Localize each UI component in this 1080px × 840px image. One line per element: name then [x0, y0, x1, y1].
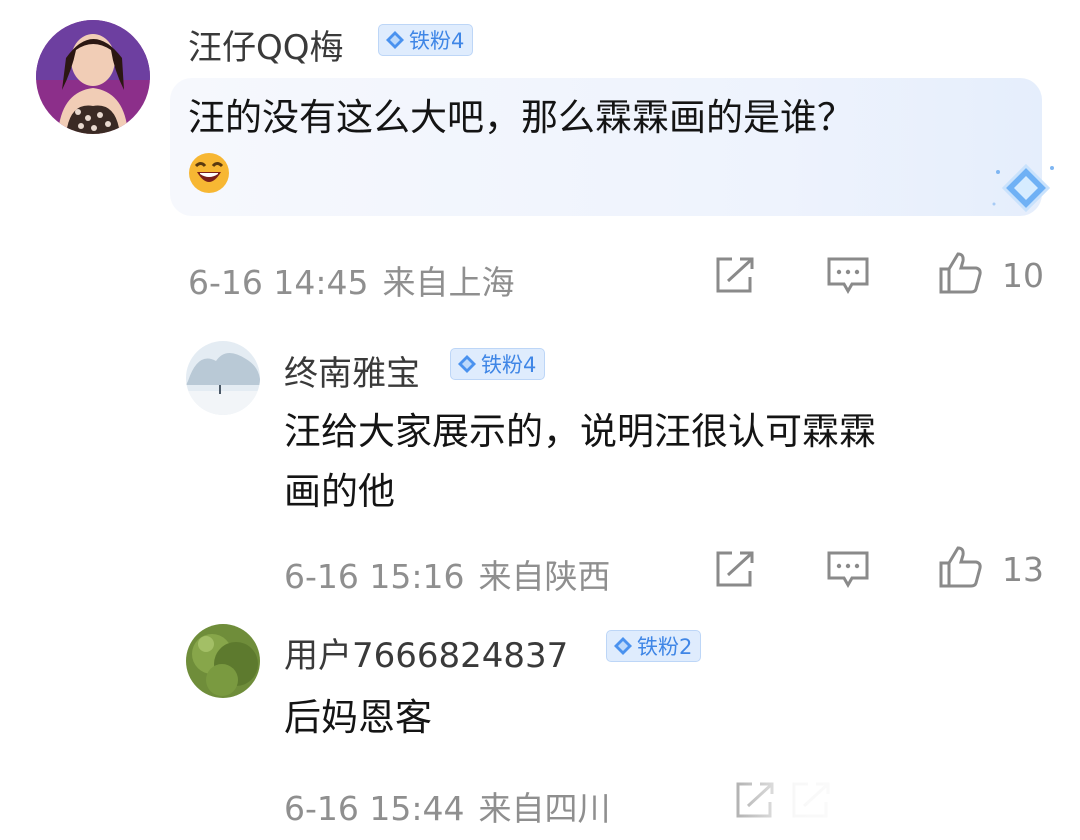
fan-badge[interactable]: 铁粉4 — [378, 24, 474, 56]
comment-meta: 6-16 14:45 来自上海 — [188, 256, 515, 304]
username[interactable]: 汪仔QQ梅 — [188, 20, 344, 69]
comment-icon[interactable] — [826, 550, 870, 590]
comment-text: 后妈恩客 — [284, 696, 432, 739]
username[interactable]: 用户7666824837 — [284, 628, 568, 677]
share-icon[interactable] — [714, 255, 756, 295]
comment-date: 6-16 15:16 — [284, 557, 465, 596]
comment-location: 来自四川 — [478, 789, 611, 828]
diamond-icon — [458, 355, 476, 373]
diamond-icon — [614, 637, 632, 655]
badge-label: 铁粉4 — [409, 29, 465, 53]
comment-date: 6-16 14:45 — [188, 263, 369, 302]
avatar[interactable] — [36, 20, 150, 134]
comment-text: 汪的没有这么大吧，那么霖霖画的是谁？ — [188, 96, 854, 139]
fan-badge[interactable]: 铁粉2 — [606, 630, 702, 662]
bottom-fade-overlay — [700, 760, 1080, 840]
diamond-icon — [386, 31, 404, 49]
comment-icon[interactable] — [826, 256, 870, 296]
badge-label: 铁粉4 — [481, 353, 537, 377]
comment-meta: 6-16 15:44 来自四川 — [284, 782, 611, 830]
comment-location: 来自上海 — [382, 263, 515, 302]
thumbs-up-icon[interactable] — [938, 545, 984, 589]
diamond-icon — [990, 158, 1060, 218]
avatar[interactable] — [186, 341, 260, 415]
comment-meta: 6-16 15:16 来自陕西 — [284, 550, 611, 598]
like-count: 10 — [1002, 256, 1044, 295]
thumbs-up-icon[interactable] — [938, 251, 984, 295]
comment-text: 汪给大家展示的，说明汪很认可霖霖 — [284, 410, 876, 453]
avatar[interactable] — [186, 624, 260, 698]
comment-location: 来自陕西 — [478, 557, 611, 596]
badge-label: 铁粉2 — [637, 635, 693, 659]
comment-text: 画的他 — [284, 470, 395, 513]
comment-date: 6-16 15:44 — [284, 789, 465, 828]
laughing-emoji — [188, 152, 230, 198]
like-count: 13 — [1002, 550, 1044, 589]
username[interactable]: 终南雅宝 — [284, 346, 420, 395]
share-icon[interactable] — [714, 549, 756, 589]
fan-badge[interactable]: 铁粉4 — [450, 348, 546, 380]
